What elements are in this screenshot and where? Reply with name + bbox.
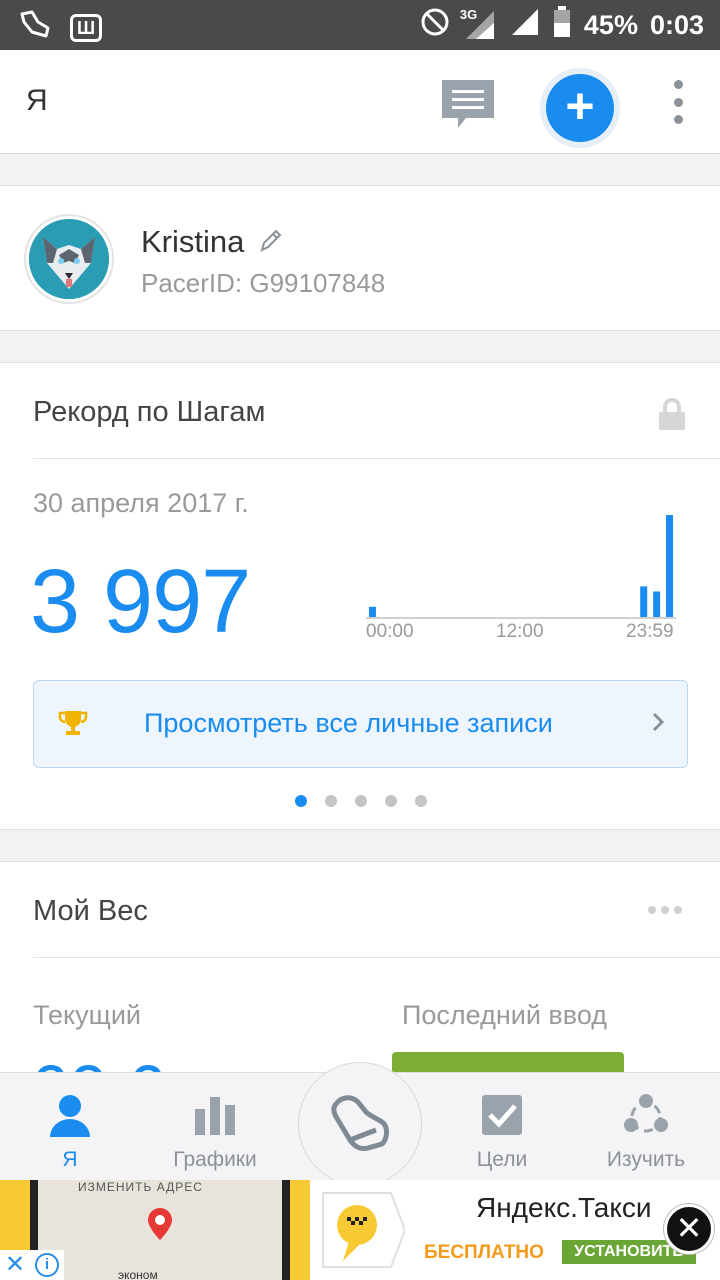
chart-tick-label: 12:00: [496, 621, 544, 642]
pager-dot[interactable]: [295, 795, 307, 807]
do-not-disturb-icon: [420, 7, 450, 44]
avatar[interactable]: [24, 214, 114, 304]
step-record-title: Рекорд по Шагам: [33, 396, 266, 428]
status-indicators: 3G 45% 0:03: [420, 0, 704, 50]
map-pin-icon: [148, 1208, 172, 1240]
more-horiz-icon: [648, 906, 656, 914]
person-icon: [48, 1093, 92, 1142]
pacer-notification-icon: [18, 8, 52, 47]
nav-label: Цели: [476, 1148, 528, 1171]
plus-icon: +: [546, 74, 614, 142]
chart-bar: [640, 586, 648, 617]
last-entry-label: Последний ввод: [402, 1000, 607, 1030]
profile-name: Kristina: [141, 224, 245, 259]
battery-percent: 45%: [583, 9, 638, 40]
chart-tick-label: 23:59: [626, 621, 674, 642]
ad-banner[interactable]: ИЗМЕНИТЬ АДРЕС эконом ✕ i Яндекс.Такси Б…: [0, 1180, 720, 1280]
clock: 0:03: [649, 9, 704, 40]
nav-label: Изучить: [606, 1148, 686, 1171]
pager-dot[interactable]: [355, 795, 367, 807]
nav-label: Графики: [173, 1148, 257, 1171]
app-bar: Я +: [0, 50, 720, 154]
nav-label: Я: [62, 1148, 78, 1171]
view-all-records-button[interactable]: Просмотреть все личные записи: [33, 680, 688, 768]
battery-icon: [552, 5, 572, 45]
yandex-taxi-logo: [310, 1180, 410, 1280]
nav-item-me[interactable]: Я: [0, 1073, 140, 1181]
chart-bar: [653, 591, 661, 617]
weight-menu-button[interactable]: [648, 906, 682, 914]
chart-bar: [368, 606, 376, 617]
w-app-icon: Ш: [70, 13, 102, 42]
step-record-card: Рекорд по Шагам 30 апреля 2017 г. 3 997 …: [0, 362, 720, 830]
trophy-icon: [58, 709, 88, 742]
status-bar: Ш 3G 45% 0:03: [0, 0, 720, 50]
add-button[interactable]: +: [540, 68, 620, 148]
view-all-records-label: Просмотреть все личные записи: [144, 708, 553, 738]
chart-bar: [666, 515, 674, 617]
weight-title: Мой Вес: [33, 895, 148, 927]
edit-name-icon[interactable]: [258, 228, 282, 259]
pager-dot[interactable]: [385, 795, 397, 807]
checkbox-icon: [480, 1093, 524, 1142]
signal-icon: [510, 7, 540, 44]
lock-icon[interactable]: [658, 398, 686, 435]
nav-item-charts[interactable]: Графики: [145, 1073, 285, 1181]
nav-item-goals[interactable]: Цели: [432, 1073, 572, 1181]
ad-choices[interactable]: ✕ i: [0, 1250, 64, 1280]
record-date: 30 апреля 2017 г.: [33, 488, 249, 518]
shoe-icon: [331, 1095, 389, 1151]
ad-title: Яндекс.Такси: [476, 1192, 652, 1223]
ad-free-label: БЕСПЛАТНО: [424, 1242, 544, 1263]
network-type: 3G: [459, 7, 478, 22]
current-weight-label: Текущий: [33, 1000, 141, 1030]
status-notifications: Ш: [18, 8, 102, 47]
pager-dot[interactable]: [325, 795, 337, 807]
card-pager: [0, 795, 720, 807]
message-icon: [442, 80, 494, 128]
ad-map-sub: эконом: [118, 1268, 158, 1280]
ad-close-small-icon[interactable]: ✕: [5, 1251, 25, 1279]
chart-tick-label: 00:00: [366, 621, 414, 642]
activity-tracker-button[interactable]: [298, 1062, 422, 1186]
ad-map-label: ИЗМЕНИТЬ АДРЕС: [78, 1180, 203, 1194]
pager-dot[interactable]: [415, 795, 427, 807]
record-steps: 3 997: [30, 552, 251, 652]
card-divider: [33, 458, 720, 459]
chevron-right-icon: [651, 711, 665, 738]
husky-avatar-icon: [29, 219, 109, 299]
messages-button[interactable]: [440, 78, 496, 134]
page-title: Я: [26, 84, 48, 117]
overflow-menu-button[interactable]: [664, 80, 692, 124]
taxi-pin-icon: [322, 1192, 405, 1268]
bar-chart-icon: [193, 1093, 237, 1142]
more-vert-icon: [673, 80, 683, 89]
ad-close-button[interactable]: ✕: [664, 1204, 714, 1254]
profile-card[interactable]: Kristina PacerID: G99107848: [0, 185, 720, 331]
signal-3g-icon: 3G: [459, 7, 498, 41]
pacer-id: PacerID: G99107848: [141, 268, 386, 298]
card-divider: [33, 957, 720, 958]
explore-icon: [623, 1093, 669, 1144]
nav-item-explore[interactable]: Изучить: [576, 1073, 716, 1181]
ad-info-icon[interactable]: i: [35, 1253, 60, 1277]
